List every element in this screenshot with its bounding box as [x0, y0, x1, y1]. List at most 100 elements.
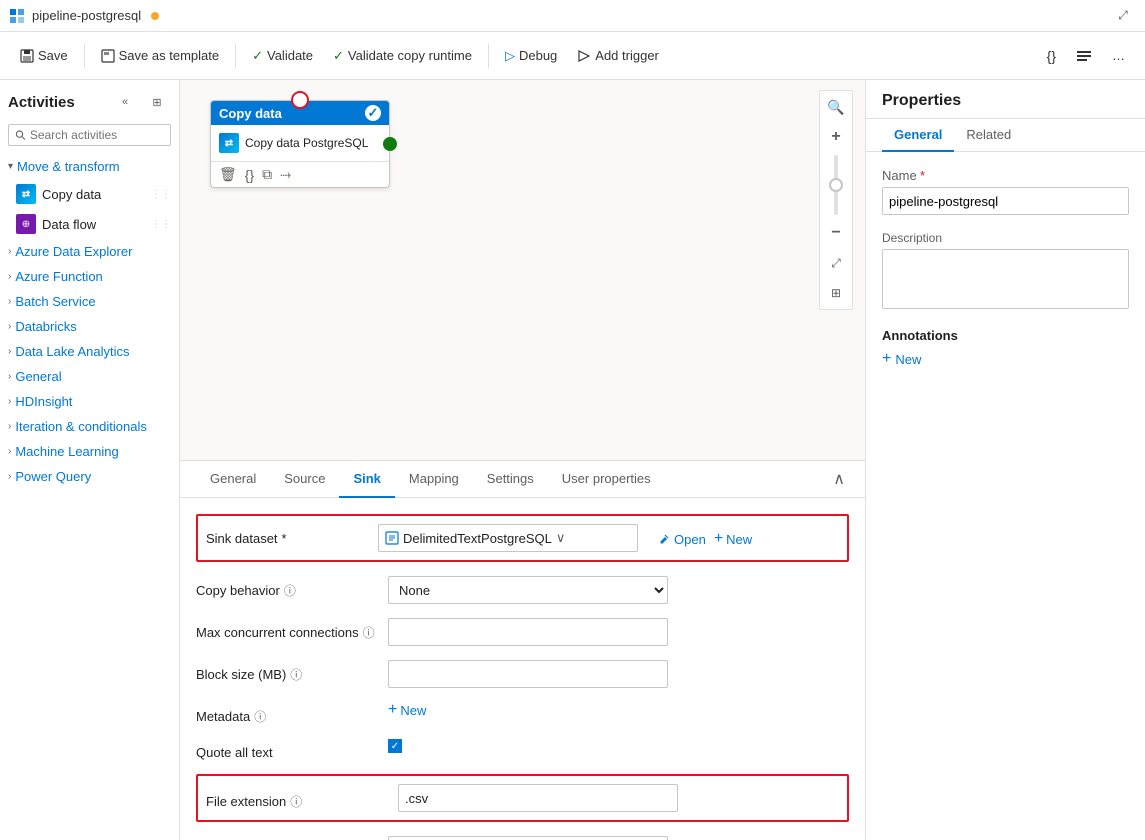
sink-dataset-label: Sink dataset * — [206, 531, 366, 546]
canvas-main[interactable]: 🔍 + − ⤢ ⊞ — [180, 80, 865, 460]
file-extension-info-icon[interactable]: ⓘ — [290, 793, 302, 810]
add-trigger-button[interactable]: Add trigger — [569, 44, 667, 67]
search-icon — [15, 129, 26, 141]
max-concurrent-info-icon[interactable]: ⓘ — [363, 624, 375, 641]
props-description-field: Description — [882, 231, 1129, 312]
new-dataset-button[interactable]: + New — [714, 531, 752, 547]
restore-window-button[interactable]: ⤢ — [1109, 2, 1137, 30]
search-canvas-button[interactable]: 🔍 — [822, 93, 850, 121]
sidebar-group-header-databricks[interactable]: › Databricks — [0, 314, 179, 339]
toolbar-sep-1 — [84, 44, 85, 68]
sidebar-group-hdinsight: › HDInsight — [0, 389, 179, 414]
node-delete-button[interactable]: 🗑 — [219, 166, 237, 183]
add-annotation-button[interactable]: + New — [882, 351, 921, 367]
props-annotations-label: Annotations — [882, 328, 1129, 343]
block-size-info-icon[interactable]: ⓘ — [290, 666, 302, 683]
param-button[interactable] — [1068, 44, 1100, 68]
fit-view-button[interactable]: ⤢ — [822, 249, 850, 277]
group-label-hdinsight: HDInsight — [15, 394, 72, 409]
dropdown-arrow-icon: ∨ — [556, 530, 631, 546]
metadata-info-icon[interactable]: ⓘ — [254, 708, 266, 725]
collapse-sidebar-button[interactable]: « — [111, 88, 139, 116]
sidebar-group-header-move-transform[interactable]: ▾ Move & transform — [0, 154, 179, 179]
block-size-label: Block size (MB) ⓘ — [196, 660, 376, 683]
max-rows-input[interactable] — [388, 836, 668, 840]
max-concurrent-input[interactable] — [388, 618, 668, 646]
save-button[interactable]: Save — [12, 44, 76, 67]
zoom-in-button[interactable]: + — [822, 123, 850, 151]
activity-label-copy-data: Copy data — [42, 187, 145, 202]
props-tab-related[interactable]: Related — [954, 119, 1023, 152]
toolbar-right-actions: {} … — [1039, 44, 1133, 68]
node-footer: 🗑 {} ⧉ ⤑ — [211, 161, 389, 187]
collapse-panel-button[interactable]: ∧ — [829, 465, 849, 493]
properties-panel: Properties General Related Name * — [865, 80, 1145, 840]
sidebar-group-header-batch-service[interactable]: › Batch Service — [0, 289, 179, 314]
auto-layout-button[interactable]: ⊞ — [822, 279, 850, 307]
zoom-slider-container — [822, 153, 850, 217]
drag-handle-copy-data: ⋮⋮ — [151, 189, 171, 200]
add-annotation-label: New — [895, 352, 921, 367]
checkmark-icon: ✓ — [391, 741, 399, 752]
sidebar-group-header-machine-learning[interactable]: › Machine Learning — [0, 439, 179, 464]
search-input[interactable] — [30, 128, 164, 142]
file-extension-input[interactable] — [398, 784, 678, 812]
tab-mapping[interactable]: Mapping — [395, 461, 473, 498]
max-rows-row: Max rows per file ⓘ — [196, 836, 849, 840]
sidebar-group-data-lake-analytics: › Data Lake Analytics — [0, 339, 179, 364]
search-box[interactable] — [8, 124, 171, 146]
chevron-right-icon-6: › — [8, 371, 11, 382]
validate-copy-runtime-button[interactable]: ✓ Validate copy runtime — [325, 44, 480, 68]
activity-item-data-flow[interactable]: ⊕ Data flow ⋮⋮ — [0, 209, 179, 239]
sidebar-group-machine-learning: › Machine Learning — [0, 439, 179, 464]
max-concurrent-row: Max concurrent connections ⓘ — [196, 618, 849, 646]
props-description-label: Description — [882, 231, 1129, 245]
max-concurrent-label: Max concurrent connections ⓘ — [196, 618, 376, 641]
expand-sidebar-button[interactable]: ⊞ — [143, 88, 171, 116]
block-size-control — [388, 660, 668, 688]
activity-item-copy-data[interactable]: ⇄ Copy data ⋮⋮ — [0, 179, 179, 209]
save-as-template-button[interactable]: Save as template — [93, 44, 227, 67]
sidebar-group-header-general[interactable]: › General — [0, 364, 179, 389]
node-code-button[interactable]: {} — [245, 167, 254, 183]
sidebar-group-header-iteration[interactable]: › Iteration & conditionals — [0, 414, 179, 439]
properties-tabs: General Related — [866, 119, 1145, 152]
sidebar-group-header-hdinsight[interactable]: › HDInsight — [0, 389, 179, 414]
chevron-right-icon-2: › — [8, 271, 11, 282]
metadata-label: Metadata ⓘ — [196, 702, 376, 725]
code-view-button[interactable]: {} — [1039, 44, 1064, 68]
tab-settings[interactable]: Settings — [473, 461, 548, 498]
sidebar-group-header-data-lake-analytics[interactable]: › Data Lake Analytics — [0, 339, 179, 364]
sidebar-group-header-power-query[interactable]: › Power Query — [0, 464, 179, 489]
sidebar-group-header-azure-data-explorer[interactable]: › Azure Data Explorer — [0, 239, 179, 264]
zoom-slider[interactable] — [834, 155, 838, 215]
open-dataset-button[interactable]: Open — [658, 532, 706, 547]
zoom-out-button[interactable]: − — [822, 219, 850, 247]
validate-button[interactable]: ✓ Validate — [244, 44, 321, 68]
more-options-button[interactable]: … — [1104, 44, 1133, 67]
tab-source[interactable]: Source — [270, 461, 339, 498]
group-label-power-query: Power Query — [15, 469, 91, 484]
quote-all-text-checkbox[interactable]: ✓ — [388, 739, 402, 753]
props-tab-general[interactable]: General — [882, 119, 954, 152]
sink-dataset-select-wrapper[interactable]: DelimitedTextPostgreSQL ∨ — [378, 524, 638, 552]
tab-user-properties[interactable]: User properties — [548, 461, 665, 498]
props-description-textarea[interactable] — [882, 249, 1129, 309]
copy-behavior-select[interactable]: None MergeFiles PreserveHierarchy Flatte… — [388, 576, 668, 604]
node-right-connector — [383, 137, 397, 151]
debug-button[interactable]: ▷ Debug — [497, 44, 565, 68]
zoom-thumb — [829, 178, 843, 192]
node-connect-button[interactable]: ⤑ — [280, 166, 291, 183]
tab-general[interactable]: General — [196, 461, 270, 498]
add-metadata-button[interactable]: + New — [388, 702, 426, 718]
node-clone-button[interactable]: ⧉ — [262, 166, 272, 183]
sidebar-group-header-azure-function[interactable]: › Azure Function — [0, 264, 179, 289]
copy-behavior-info-icon[interactable]: ⓘ — [284, 582, 296, 599]
node-success-check: ✓ — [365, 105, 381, 121]
props-name-input[interactable] — [882, 187, 1129, 215]
activity-node-copy-data[interactable]: Copy data ✓ ⇄ Copy data PostgreSQL 🗑 {} — [210, 100, 390, 188]
pipeline-name-title: pipeline-postgresql — [32, 8, 141, 23]
block-size-input[interactable] — [388, 660, 668, 688]
metadata-control: + New — [388, 702, 668, 718]
tab-sink[interactable]: Sink — [339, 461, 394, 498]
